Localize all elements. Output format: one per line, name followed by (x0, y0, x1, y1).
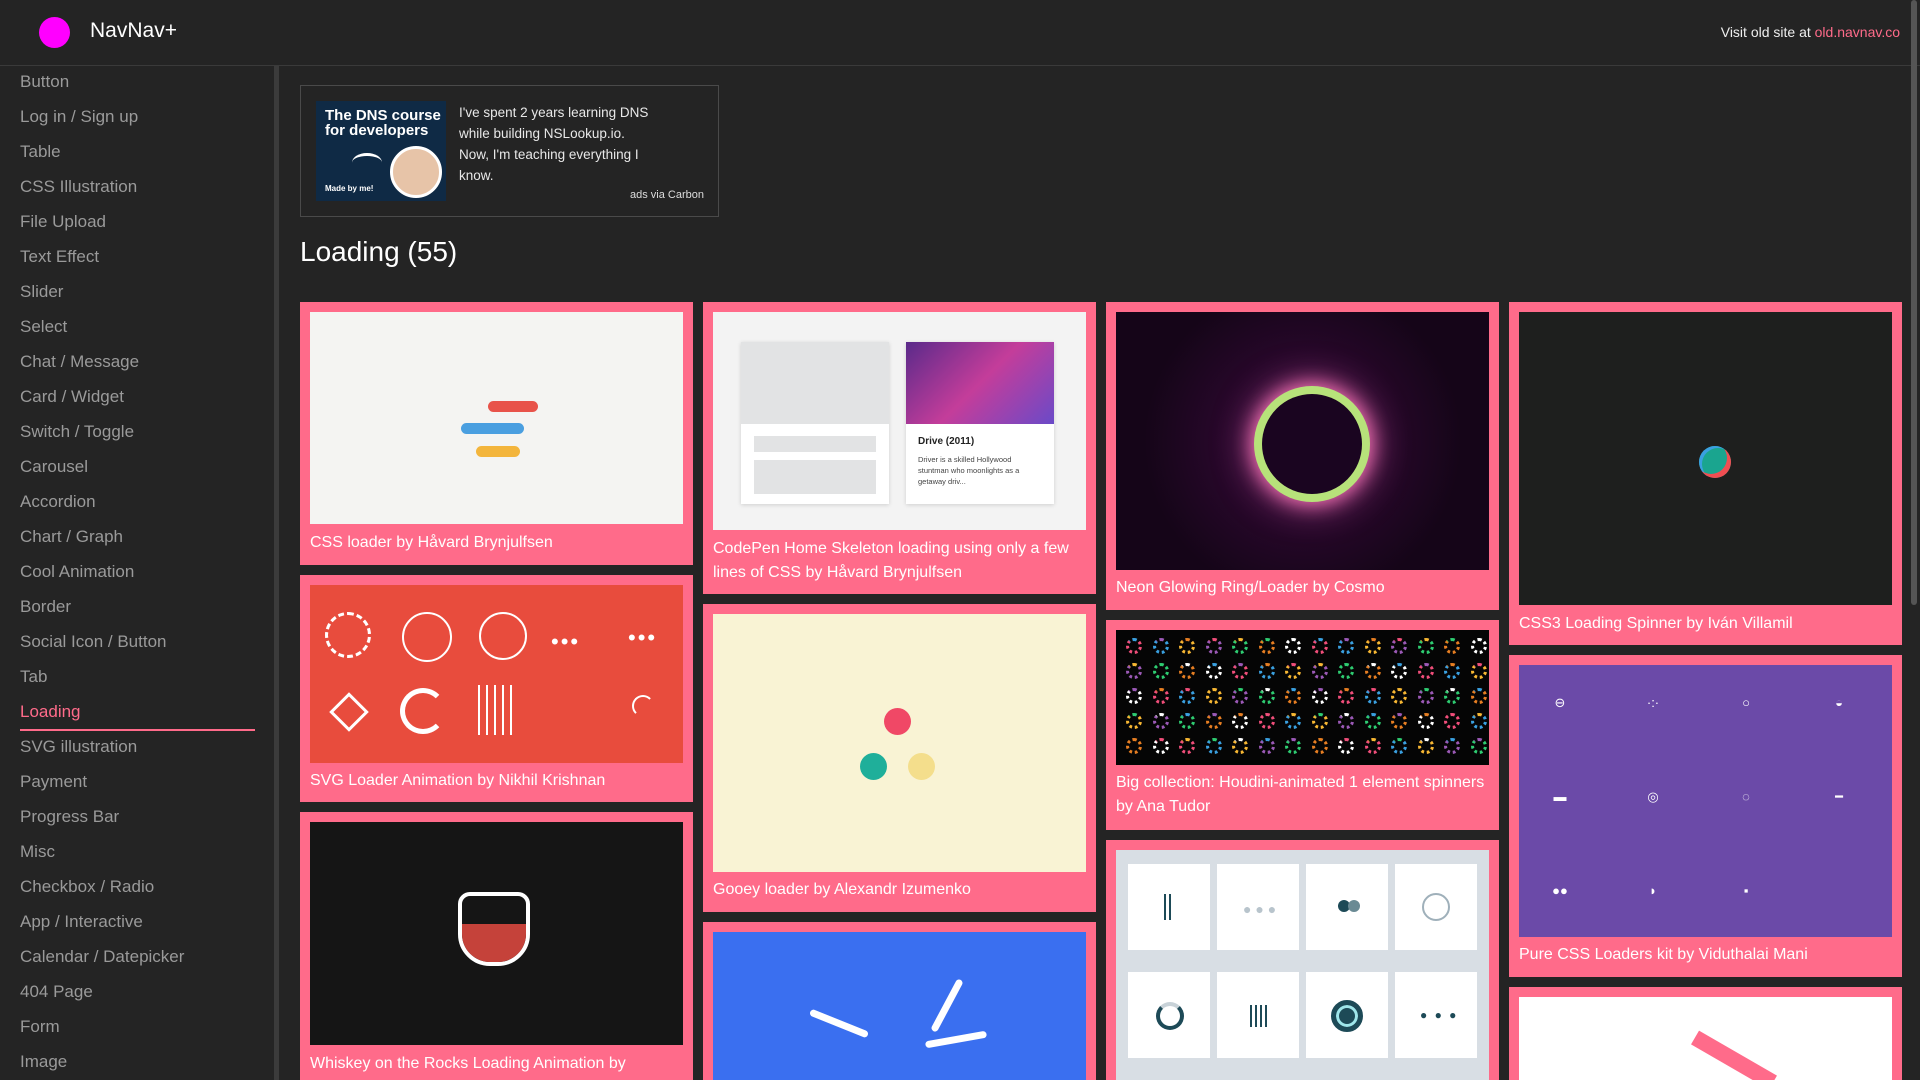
card-preview (310, 822, 683, 1045)
sidebar-item-misc[interactable]: Misc (20, 842, 55, 862)
card-preview (1519, 312, 1892, 605)
carbon-ad[interactable]: The DNS course for developers Made by me… (300, 85, 719, 217)
card-pure-css-loaders[interactable]: ⊖ ·:· ○ ◒ ▬ ◎ ◌ ━ ●● ◗ ▪ Pure CSS Loaders kit by V… (1509, 655, 1902, 977)
card-preview: Drive (2011) Driver is a skilled Hollywo… (713, 312, 1086, 530)
sidebar-item-calendar-datepicker[interactable]: Calendar / Datepicker (20, 947, 184, 967)
sidebar-item-css-illustration[interactable]: CSS Illustration (20, 177, 137, 197)
card-css3-spinner[interactable]: CSS3 Loading Spinner by Iván Villamil (1509, 302, 1902, 645)
card-caption[interactable]: CodePen Home Skeleton loading using only… (713, 537, 1086, 585)
card-preview (713, 932, 1086, 1080)
card-preview (1116, 630, 1489, 765)
card-caption[interactable]: Neon Glowing Ring/Loader by Cosmo (1116, 576, 1489, 600)
card-gooey-loader[interactable]: Gooey loader by Alexandr Izumenko (703, 604, 1096, 912)
sidebar-item-app-interactive[interactable]: App / Interactive (20, 912, 143, 932)
movie-description: Driver is a skilled Hollywood stuntman w… (918, 455, 1020, 486)
card-pink-loader[interactable] (1509, 987, 1902, 1080)
card-preview (1519, 997, 1892, 1080)
logo-icon[interactable] (39, 17, 70, 48)
sidebar-item-404-page[interactable]: 404 Page (20, 982, 93, 1002)
sidebar-item-chart-graph[interactable]: Chart / Graph (20, 527, 123, 547)
card-preview: ● ● ● ● ● ● (1116, 850, 1489, 1080)
card-whiskey-loader[interactable]: Whiskey on the Rocks Loading Animation b… (300, 812, 693, 1080)
sidebar-item-social-icon-button[interactable]: Social Icon / Button (20, 632, 166, 652)
sidebar-item-log-in-sign-up[interactable]: Log in / Sign up (20, 107, 138, 127)
card-neon-ring[interactable]: Neon Glowing Ring/Loader by Cosmo (1106, 302, 1499, 610)
sidebar-item-text-effect[interactable]: Text Effect (20, 247, 99, 267)
sidebar-item-form[interactable]: Form (20, 1017, 60, 1037)
card-caption[interactable]: CSS3 Loading Spinner by Iván Villamil (1519, 612, 1892, 636)
ad-via-link[interactable]: ads via Carbon (630, 189, 704, 201)
sidebar-item-svg-illustration[interactable]: SVG illustration (20, 737, 137, 757)
old-site-notice: Visit old site at old.navnav.co (1721, 24, 1900, 40)
card-loader-grid[interactable]: ● ● ● ● ● ● (1106, 840, 1499, 1080)
top-header: NavNav+ Visit old site at old.navnav.co (0, 0, 1920, 66)
sidebar-item-tab[interactable]: Tab (20, 667, 47, 687)
sidebar-item-select[interactable]: Select (20, 317, 67, 337)
card-caption[interactable]: CSS loader by Håvard Brynjulfsen (310, 531, 683, 555)
sidebar-item-loading[interactable]: Loading (20, 702, 81, 722)
ad-text[interactable]: I've spent 2 years learning DNS while bu… (459, 102, 649, 186)
sidebar-item-cool-animation[interactable]: Cool Animation (20, 562, 134, 582)
page-scrollbar[interactable] (1911, 0, 1917, 605)
card-svg-loader[interactable]: ••• ••• SVG Loader Animation by Nikhil K… (300, 575, 693, 802)
sidebar: Button Log in / Sign up Table CSS Illustrat… (0, 66, 275, 1080)
sidebar-item-payment[interactable]: Payment (20, 772, 87, 792)
sidebar-item-switch-toggle[interactable]: Switch / Toggle (20, 422, 134, 442)
card-caption[interactable]: Gooey loader by Alexandr Izumenko (713, 878, 1086, 902)
sidebar-active-indicator (20, 729, 255, 731)
old-site-link[interactable]: old.navnav.co (1815, 24, 1900, 40)
card-burst-loader[interactable] (703, 922, 1096, 1080)
card-caption[interactable]: Whiskey on the Rocks Loading Animation b… (310, 1052, 683, 1076)
sidebar-item-checkbox-radio[interactable]: Checkbox / Radio (20, 877, 154, 897)
card-houdini-spinners[interactable]: Big collection: Houdini-animated 1 eleme… (1106, 620, 1499, 830)
sidebar-item-slider[interactable]: Slider (20, 282, 63, 302)
card-caption[interactable]: Pure CSS Loaders kit by Viduthalai Mani (1519, 943, 1892, 967)
card-preview (310, 312, 683, 524)
old-site-prefix: Visit old site at (1720, 24, 1815, 40)
sidebar-item-button[interactable]: Button (20, 72, 69, 92)
ad-image-tag: Made by me! (325, 184, 374, 193)
sidebar-item-chat-message[interactable]: Chat / Message (20, 352, 139, 372)
card-caption[interactable]: SVG Loader Animation by Nikhil Krishnan (310, 769, 683, 793)
card-css-loader[interactable]: CSS loader by Håvard Brynjulfsen (300, 302, 693, 565)
ad-image[interactable]: The DNS course for developers Made by me… (316, 101, 446, 201)
page-title: Loading (55) (300, 236, 458, 267)
author-avatar (390, 146, 442, 198)
arrow-icon (352, 153, 382, 172)
sidebar-item-image[interactable]: Image (20, 1052, 67, 1072)
sidebar-item-progress-bar[interactable]: Progress Bar (20, 807, 119, 827)
brand-name[interactable]: NavNav+ (90, 19, 177, 43)
card-preview: ••• ••• (310, 585, 683, 763)
sidebar-item-card-widget[interactable]: Card / Widget (20, 387, 124, 407)
sidebar-item-file-upload[interactable]: File Upload (20, 212, 106, 232)
movie-title: Drive (2011) (918, 436, 975, 447)
card-preview (713, 614, 1086, 872)
ad-image-title: The DNS course for developers (325, 107, 441, 139)
sidebar-item-accordion[interactable]: Accordion (20, 492, 96, 512)
card-preview: ⊖ ·:· ○ ◒ ▬ ◎ ◌ ━ ●● ◗ ▪ (1519, 665, 1892, 937)
sidebar-item-table[interactable]: Table (20, 142, 61, 162)
sidebar-item-border[interactable]: Border (20, 597, 71, 617)
sidebar-scrollbar[interactable] (274, 66, 279, 1080)
sidebar-item-carousel[interactable]: Carousel (20, 457, 88, 477)
card-caption[interactable]: Big collection: Houdini-animated 1 eleme… (1116, 771, 1489, 819)
card-preview (1116, 312, 1489, 570)
card-codepen-skeleton[interactable]: Drive (2011) Driver is a skilled Hollywo… (703, 302, 1096, 594)
